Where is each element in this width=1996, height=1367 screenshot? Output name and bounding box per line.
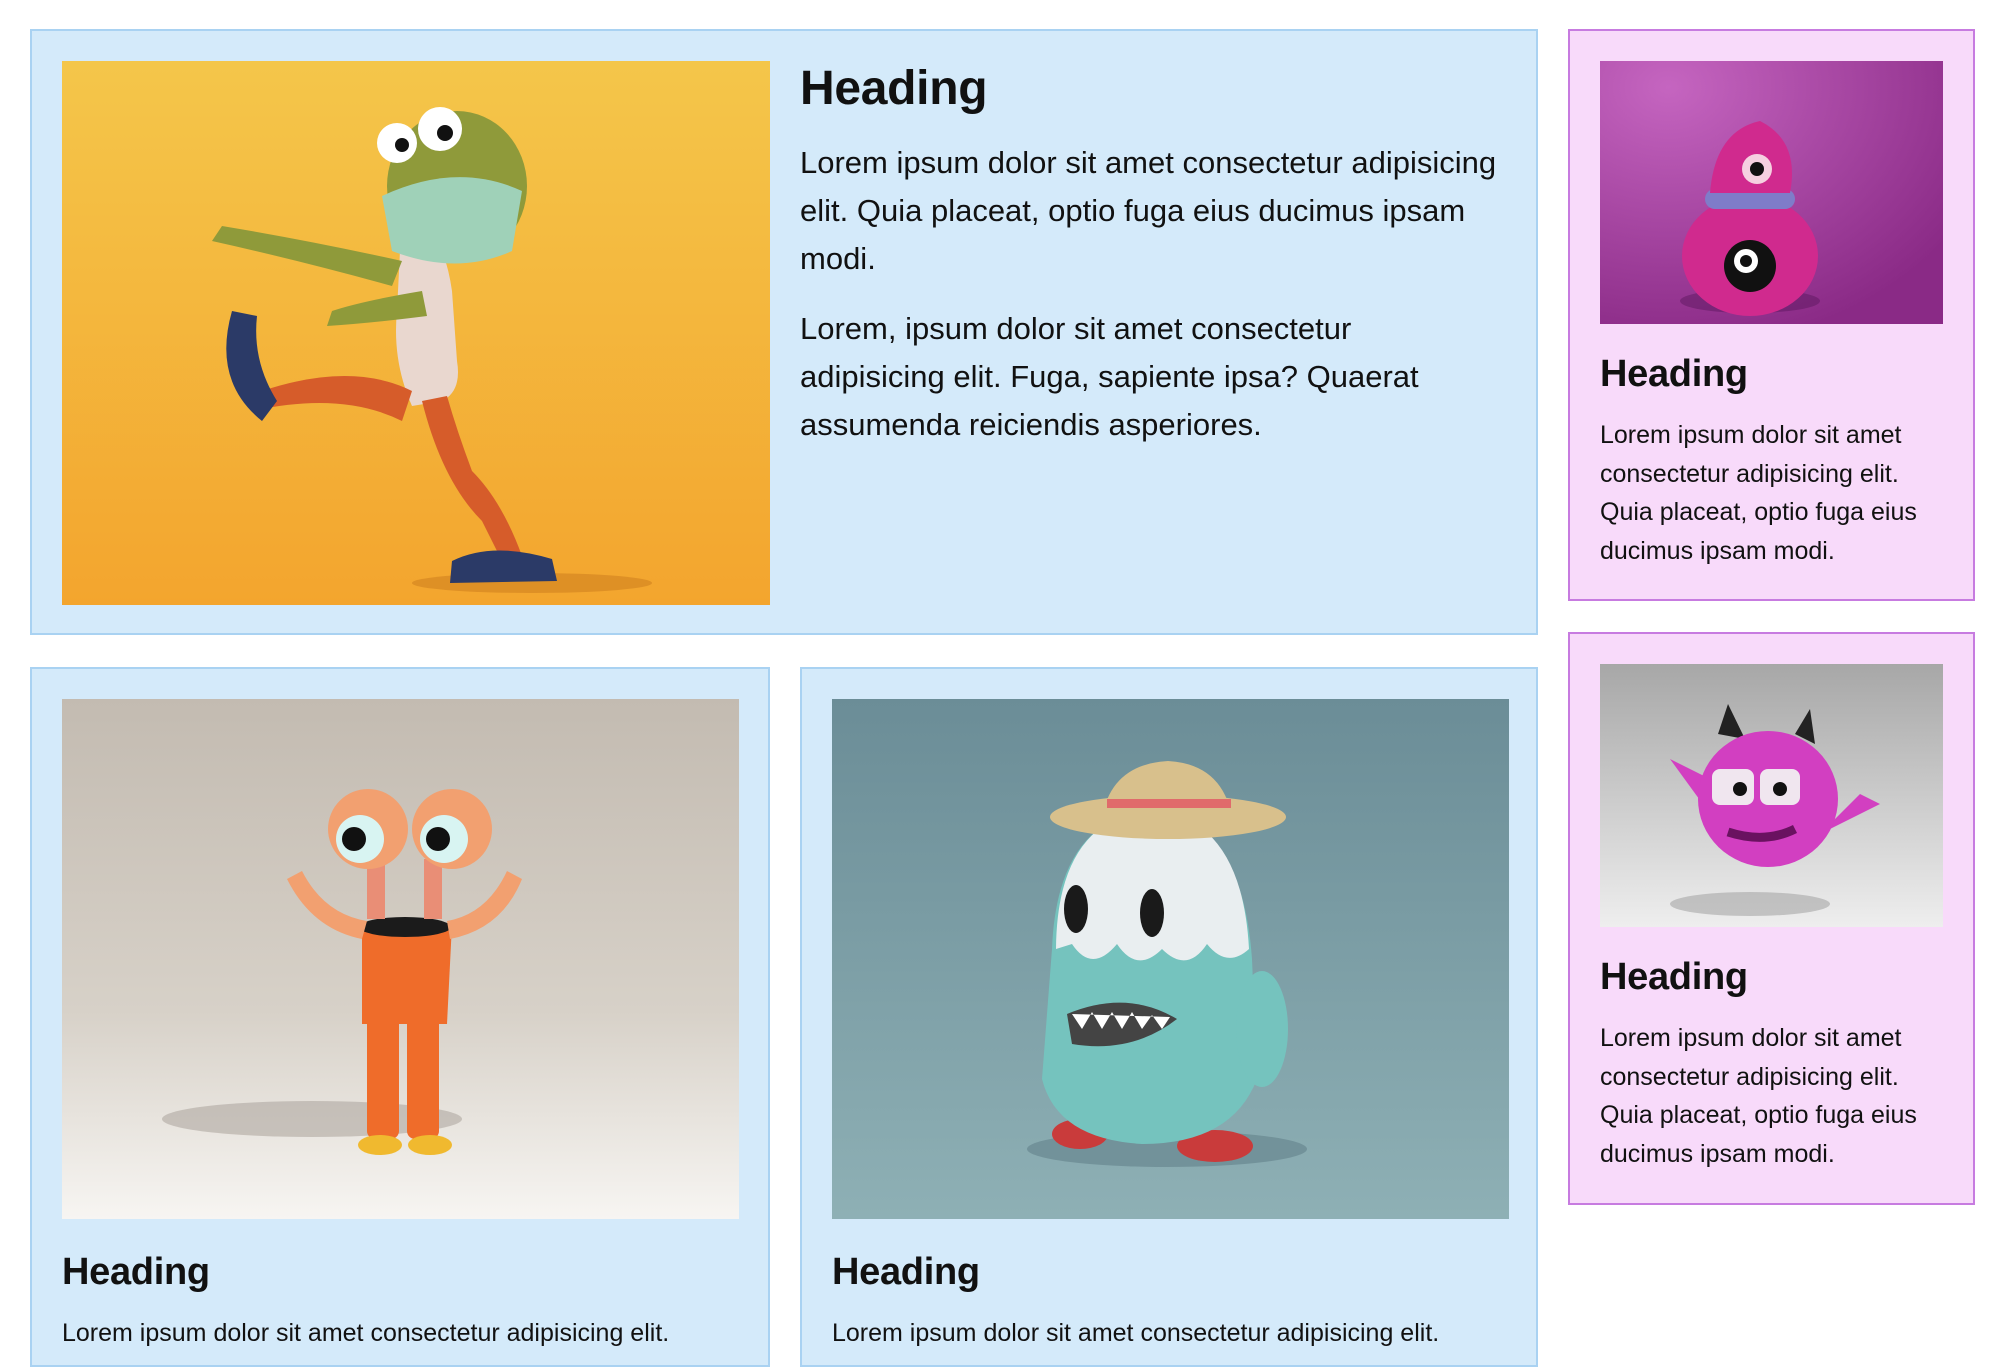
bottom-mid-paragraph: Lorem ipsum dolor sit amet consectetur a… [832, 1319, 1440, 1347]
side-card-bottom: Heading Lorem ipsum dolor sit amet conse… [1568, 632, 1975, 1205]
bottom-mid-card: Heading Lorem ipsum dolor sit amet conse… [800, 667, 1538, 1367]
bottom-left-paragraph: Lorem ipsum dolor sit amet consectetur a… [62, 1319, 670, 1347]
side-bottom-paragraph: Lorem ipsum dolor sit amet consectetur a… [1600, 1024, 1917, 1168]
pink-cyclops-monster-image [1600, 61, 1943, 324]
feature-paragraph-2: Lorem, ipsum dolor sit amet consectetur … [800, 311, 1419, 442]
feature-heading: Heading [800, 62, 988, 115]
side-top-heading: Heading [1600, 353, 1748, 395]
bottom-left-card: Heading Lorem ipsum dolor sit amet conse… [30, 667, 770, 1367]
eyeball-robot-monster-image [62, 699, 739, 1219]
teal-ghost-monster-image [832, 699, 1509, 1219]
feature-paragraph-1: Lorem ipsum dolor sit amet consectetur a… [800, 145, 1497, 276]
bottom-mid-heading: Heading [832, 1251, 980, 1293]
bottom-left-heading: Heading [62, 1251, 210, 1293]
side-card-top: Heading Lorem ipsum dolor sit amet conse… [1568, 29, 1975, 601]
side-bottom-heading: Heading [1600, 956, 1748, 998]
feature-card: Heading Lorem ipsum dolor sit amet conse… [30, 29, 1538, 635]
zombie-monster-image [62, 61, 770, 605]
side-top-paragraph: Lorem ipsum dolor sit amet consectetur a… [1600, 421, 1917, 565]
pink-devil-monster-image [1600, 664, 1943, 927]
